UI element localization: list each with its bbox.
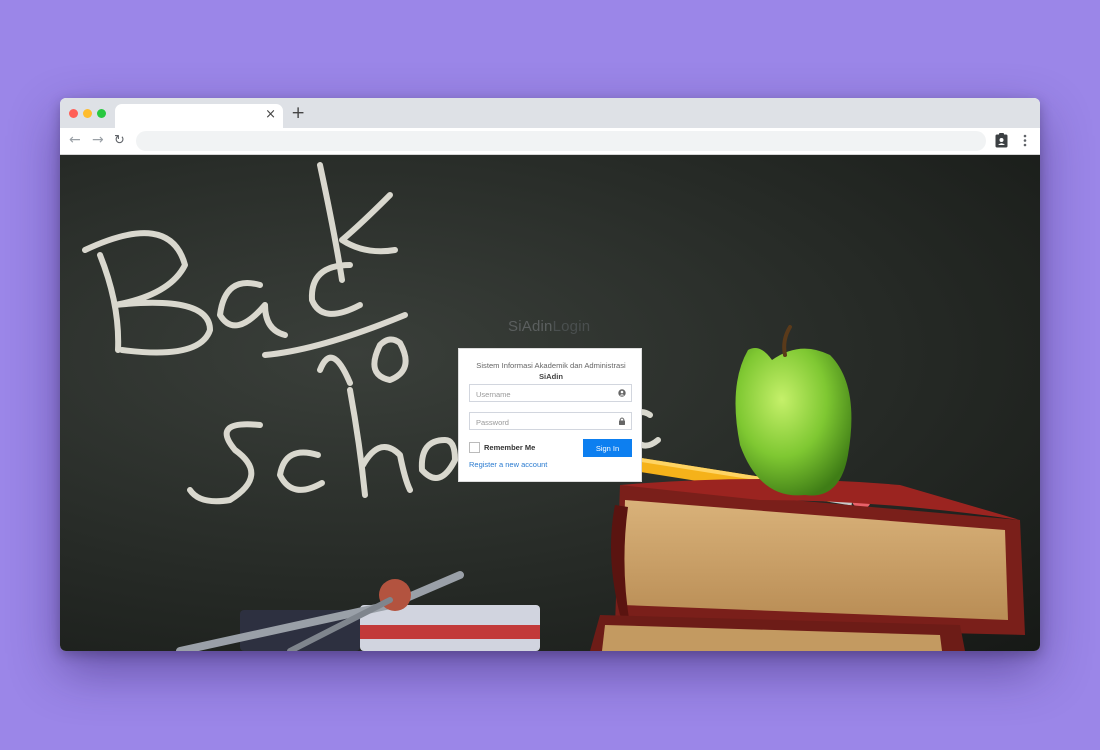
back-arrow-icon[interactable]: ← [69,132,81,148]
new-tab-button[interactable]: + [291,104,305,122]
maximize-window-button[interactable] [97,109,106,118]
brand-light: Login [552,318,591,335]
browser-toolbar: ← → ↻ [60,128,1040,155]
brand-bold: SiAdin [508,318,553,335]
sign-in-button[interactable]: Sign In [583,439,632,457]
tab-close-icon[interactable]: × [265,108,276,122]
minimize-window-button[interactable] [83,109,92,118]
forward-arrow-icon[interactable]: → [92,132,104,148]
page-content: SiAdinLogin Sistem Informasi Akademik da… [60,155,1040,651]
register-link[interactable]: Register a new account [469,460,547,469]
remember-me-checkbox[interactable] [469,442,480,453]
remember-me-label: Remember Me [484,443,536,452]
page-title: SiAdinLogin [508,318,590,335]
address-bar[interactable] [136,131,986,151]
tab-strip: × + [60,98,1040,128]
login-box: Sistem Informasi Akademik dan Administra… [458,348,642,482]
username-field-wrapper [469,384,632,403]
close-window-button[interactable] [69,109,78,118]
clipboard-user-icon[interactable] [995,133,1008,148]
username-input[interactable] [470,385,618,403]
browser-window: × + ← → ↻ SiAdinLogin Sistem Informasi A… [60,98,1040,651]
login-box-subtitle: SiAdin [538,372,564,381]
reload-icon[interactable]: ↻ [114,133,125,149]
browser-tab[interactable]: × [115,104,283,128]
lock-icon [619,417,625,425]
kebab-menu-icon[interactable] [1020,132,1030,149]
password-field-wrapper [469,412,632,431]
password-input[interactable] [470,413,618,431]
login-box-message: Sistem Informasi Akademik dan Administra… [476,361,626,370]
user-circle-icon [618,389,626,397]
